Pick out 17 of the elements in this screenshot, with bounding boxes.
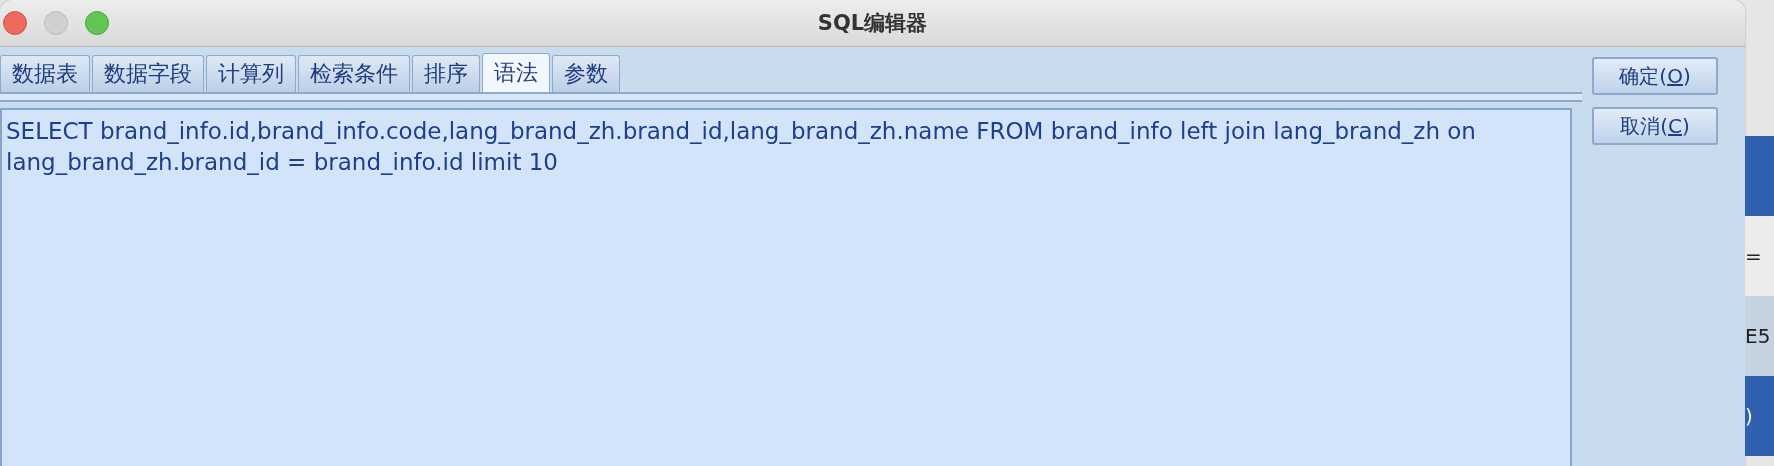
- tab[interactable]: 检索条件: [298, 55, 410, 92]
- dialog-button[interactable]: 取消(C): [1592, 107, 1718, 145]
- tab[interactable]: 数据表: [0, 55, 90, 92]
- zoom-icon[interactable]: [85, 11, 109, 35]
- sql-text-area[interactable]: SELECT brand_info.id,brand_info.code,lang_brand_zh.brand_id,lang_brand_zh.name FROM brand_info left join lang_brand_zh on lang_brand_zh.brand_id = brand_info.id limit 10: [0, 108, 1572, 466]
- background-text: =: [1745, 244, 1762, 268]
- background-text: E5: [1745, 324, 1771, 348]
- tab[interactable]: 数据字段: [92, 55, 204, 92]
- window-title: SQL编辑器: [817, 11, 928, 35]
- tab[interactable]: 计算列: [206, 55, 296, 92]
- minimize-icon[interactable]: [44, 11, 68, 35]
- close-icon[interactable]: [3, 11, 27, 35]
- tab[interactable]: 语法: [482, 53, 550, 92]
- dialog-button[interactable]: 确定(O): [1592, 57, 1718, 95]
- tab[interactable]: 排序: [412, 55, 480, 92]
- tab[interactable]: 参数: [552, 55, 620, 92]
- background-text: ): [1745, 404, 1753, 428]
